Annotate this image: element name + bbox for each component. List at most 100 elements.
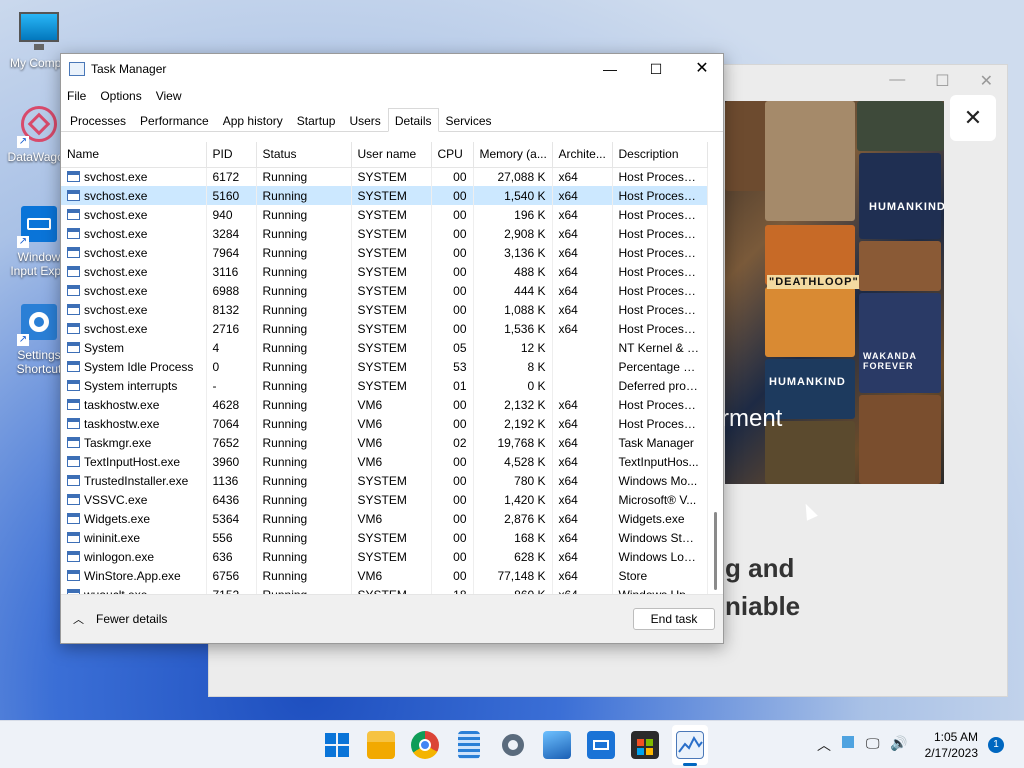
cell-pid: 6756	[206, 566, 257, 585]
cell-status: Running	[256, 338, 352, 357]
volume-icon[interactable]: 🔊	[890, 735, 907, 752]
datawagon-icon: ↗	[17, 104, 61, 148]
close-icon[interactable]: ✕	[980, 71, 993, 91]
table-row[interactable]: System interrupts - Running SYSTEM 01 0 K Defe…	[61, 376, 708, 395]
end-task-button[interactable]: End task	[633, 608, 715, 630]
column-header-description[interactable]: Description	[612, 142, 708, 168]
cell-status: Running	[256, 319, 352, 338]
table-row[interactable]: Widgets.exe 5364 Running VM6 00 2,876 Kx64 Wid…	[61, 509, 708, 528]
table-row[interactable]: svchost.exe 3116 Running SYSTEM 00 488 Kx64 Ho…	[61, 262, 708, 281]
photos-icon[interactable]	[543, 731, 571, 759]
table-row[interactable]: svchost.exe 6988 Running SYSTEM 00 444 Kx64 Ho…	[61, 281, 708, 300]
cell-name: System Idle Process	[61, 357, 207, 376]
process-name: VSSVC.exe	[84, 492, 148, 507]
tab-app-history[interactable]: App history	[216, 108, 290, 131]
table-row[interactable]: svchost.exe 3284 Running SYSTEM 00 2,908 Kx64…	[61, 224, 708, 243]
table-row[interactable]: svchost.exe 5160 Running SYSTEM 00 1,540 Kx64…	[61, 186, 708, 205]
process-icon	[67, 360, 80, 372]
table-row[interactable]: System 4 Running SYSTEM 05 12 K NT Kernel & S.…	[61, 338, 708, 357]
poster-label: HUMANKIND	[869, 201, 944, 213]
cell-mem: 628 K	[473, 547, 553, 566]
cell-status: Running	[256, 243, 352, 262]
minimize-button[interactable]: —	[587, 54, 633, 84]
dialog-close-button[interactable]: ✕	[950, 95, 996, 141]
column-header-cpu[interactable]: CPU	[431, 142, 474, 168]
vertical-scrollbar[interactable]	[709, 142, 723, 596]
process-table: ⌃ Name PID Status User name CPU Memory (a…	[61, 142, 708, 596]
fewer-details-button[interactable]: ︿ Fewer details	[73, 611, 167, 627]
task-manager-window[interactable]: Task Manager — ☐ ✕ File Options View Pro…	[60, 53, 724, 644]
cell-desc: Windows Log...	[612, 547, 708, 566]
title-bar[interactable]: Task Manager — ☐ ✕	[61, 54, 723, 84]
system-clock[interactable]: 1:05 AM 2/17/2023	[918, 729, 978, 761]
table-row[interactable]: svchost.exe 940 Running SYSTEM 00 196 Kx64 Hos…	[61, 205, 708, 224]
table-row[interactable]: svchost.exe 2716 Running SYSTEM 00 1,536 Kx64…	[61, 319, 708, 338]
tab-startup[interactable]: Startup	[290, 108, 343, 131]
column-header-memory[interactable]: Memory (a...	[473, 142, 553, 168]
start-icon[interactable]	[323, 731, 351, 759]
table-row[interactable]: VSSVC.exe 6436 Running SYSTEM 00 1,420 Kx64 Mi…	[61, 490, 708, 509]
tab-details[interactable]: Details	[387, 108, 439, 132]
cell-cpu: 00	[431, 224, 474, 243]
cell-status: Running	[256, 490, 352, 509]
cell-arch: x64	[552, 547, 613, 566]
cell-name: taskhostw.exe	[61, 395, 207, 414]
process-name: svchost.exe	[84, 245, 148, 260]
table-row[interactable]: taskhostw.exe 4628 Running VM6 00 2,132 Kx64 H…	[61, 395, 708, 414]
task-manager-icon[interactable]	[676, 731, 704, 759]
cell-name: svchost.exe	[61, 243, 207, 262]
tab-processes[interactable]: Processes	[63, 108, 133, 131]
table-row[interactable]: svchost.exe 7964 Running SYSTEM 00 3,136 Kx64…	[61, 243, 708, 262]
cell-user: SYSTEM	[351, 471, 432, 490]
column-header-pid[interactable]: PID	[206, 142, 257, 168]
menu-file[interactable]: File	[67, 89, 86, 103]
cell-mem: 2,908 K	[473, 224, 553, 243]
column-header-user[interactable]: User name	[351, 142, 432, 168]
close-button[interactable]: ✕	[679, 54, 725, 84]
table-row[interactable]: taskhostw.exe 7064 Running VM6 00 2,192 Kx64 H…	[61, 414, 708, 433]
network-icon[interactable]: 🖵	[866, 735, 880, 752]
cell-user: SYSTEM	[351, 205, 432, 224]
chevron-up-icon[interactable]: ︿	[817, 735, 831, 755]
store-icon[interactable]	[631, 731, 659, 759]
headline-line-1: g and	[725, 553, 795, 583]
keyboard-icon[interactable]	[587, 731, 615, 759]
file-explorer-icon[interactable]	[367, 731, 395, 759]
tab-performance[interactable]: Performance	[133, 108, 216, 131]
maximize-button[interactable]: ☐	[633, 54, 679, 84]
table-row[interactable]: svchost.exe 6172 Running SYSTEM 00 27,088 Kx6…	[61, 167, 708, 186]
minimize-icon[interactable]: —	[889, 71, 905, 91]
cell-status: Running	[256, 509, 352, 528]
cell-arch: x64	[552, 509, 613, 528]
table-row[interactable]: winlogon.exe 636 Running SYSTEM 00 628 Kx64 Wi…	[61, 547, 708, 566]
settings-icon[interactable]	[499, 731, 527, 759]
maximize-icon[interactable]: ☐	[935, 71, 949, 91]
table-row[interactable]: wininit.exe 556 Running SYSTEM 00 168 Kx64 Win…	[61, 528, 708, 547]
scroll-thumb[interactable]	[714, 512, 717, 590]
menu-view[interactable]: View	[156, 89, 182, 103]
tab-services[interactable]: Services	[439, 108, 499, 131]
table-row[interactable]: WinStore.App.exe 6756 Running VM6 00 77,148 K…	[61, 566, 708, 585]
cell-arch: x64	[552, 490, 613, 509]
table-row[interactable]: Taskmgr.exe 7652 Running VM6 02 19,768 Kx64 Ta…	[61, 433, 708, 452]
column-header-status[interactable]: Status	[256, 142, 352, 168]
poster-label: WAKANDA FOREVER	[863, 351, 917, 371]
cell-arch	[552, 376, 613, 395]
column-header-arch[interactable]: Archite...	[552, 142, 613, 168]
chrome-icon[interactable]	[411, 731, 439, 759]
table-row[interactable]: TrustedInstaller.exe 1136 Running SYSTEM 00 7…	[61, 471, 708, 490]
details-grid[interactable]: ⌃ Name PID Status User name CPU Memory (a…	[61, 142, 723, 596]
column-header-name[interactable]: ⌃ Name	[61, 142, 207, 168]
cell-name: WinStore.App.exe	[61, 566, 207, 585]
tab-users[interactable]: Users	[342, 108, 387, 131]
menu-options[interactable]: Options	[100, 89, 141, 103]
table-row[interactable]: System Idle Process 0 Running SYSTEM 53 8 K Pe…	[61, 357, 708, 376]
tray-app-icon[interactable]	[842, 735, 854, 751]
notepad-icon[interactable]	[458, 731, 480, 759]
notification-badge[interactable]: 1	[988, 737, 1004, 753]
shortcut-arrow-icon: ↗	[17, 236, 29, 248]
table-row[interactable]: svchost.exe 8132 Running SYSTEM 00 1,088 Kx64…	[61, 300, 708, 319]
process-icon	[67, 493, 80, 505]
table-row[interactable]: TextInputHost.exe 3960 Running VM6 00 4,528 K…	[61, 452, 708, 471]
cell-arch: x64	[552, 167, 613, 186]
